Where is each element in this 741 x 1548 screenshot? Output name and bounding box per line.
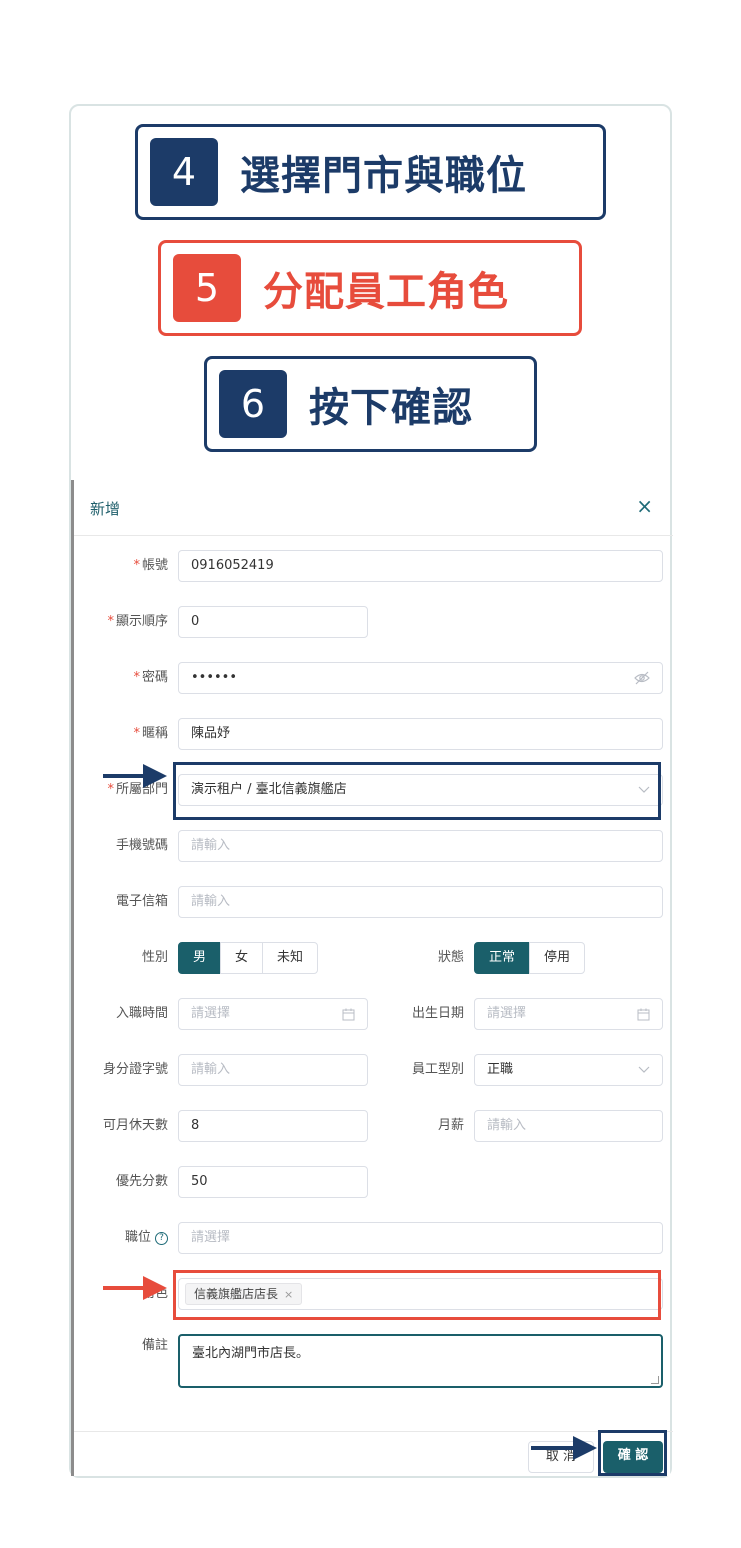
help-icon[interactable]: ? bbox=[155, 1232, 168, 1245]
gender-option-male[interactable]: 男 bbox=[178, 942, 222, 974]
close-icon[interactable]: × bbox=[636, 494, 653, 518]
status-option-disabled[interactable]: 停用 bbox=[529, 942, 586, 974]
step-4-banner: 4 選擇門市與職位 bbox=[135, 124, 606, 220]
arrow-to-role bbox=[103, 1276, 167, 1300]
remark-label: 備註 bbox=[141, 1338, 168, 1353]
birth-date-placeholder: 請選擇 bbox=[487, 1006, 527, 1021]
employee-type-value: 正職 bbox=[487, 1062, 514, 1077]
account-input[interactable]: 0916052419 bbox=[178, 550, 663, 582]
gender-label: 性別 bbox=[141, 950, 168, 965]
chevron-down-icon bbox=[638, 1055, 650, 1085]
email-input[interactable]: 請輸入 bbox=[178, 886, 663, 918]
confirm-highlight bbox=[598, 1430, 667, 1476]
arrow-to-confirm bbox=[531, 1436, 597, 1460]
birth-date-label: 出生日期 bbox=[411, 1006, 464, 1021]
nickname-label: * 暱稱 bbox=[133, 726, 168, 741]
priority-score-input[interactable]: 50 bbox=[178, 1166, 368, 1198]
step-number: 5 bbox=[173, 254, 241, 322]
employee-type-label: 員工型別 bbox=[411, 1062, 464, 1077]
gender-option-female[interactable]: 女 bbox=[220, 942, 264, 974]
eye-off-icon[interactable] bbox=[634, 663, 650, 693]
birth-date-picker[interactable]: 請選擇 bbox=[474, 998, 663, 1030]
dates-row: 入職時間 請選擇 出生日期 請選擇 bbox=[74, 998, 673, 1030]
nickname-input[interactable]: 陳品妤 bbox=[178, 718, 663, 750]
email-row: 電子信箱 請輸入 bbox=[74, 886, 673, 918]
password-value: •••••• bbox=[191, 670, 238, 685]
employee-type-select[interactable]: 正職 bbox=[474, 1054, 663, 1086]
display-order-row: * 顯示順序 0 bbox=[74, 606, 673, 638]
id-number-input[interactable]: 請輸入 bbox=[178, 1054, 368, 1086]
add-employee-dialog: 新增 × * 帳號 0916052419 * 顯示順序 0 * 密碼 •••••• *… bbox=[71, 480, 673, 1476]
status-radio-group: 正常 停用 bbox=[474, 942, 586, 974]
step-6-banner: 6 按下確認 bbox=[204, 356, 537, 452]
role-highlight bbox=[173, 1270, 661, 1320]
nickname-row: * 暱稱 陳品妤 bbox=[74, 718, 673, 750]
remark-value: 臺北內湖門市店長。 bbox=[192, 1346, 310, 1361]
password-label: * 密碼 bbox=[133, 670, 168, 685]
remark-row: 備註 臺北內湖門市店長。 bbox=[74, 1334, 673, 1390]
arrow-to-department bbox=[103, 764, 167, 788]
mobile-label: 手機號碼 bbox=[115, 838, 168, 853]
email-label: 電子信箱 bbox=[115, 894, 168, 909]
hire-date-label: 入職時間 bbox=[115, 1006, 168, 1021]
mobile-input[interactable]: 請輸入 bbox=[178, 830, 663, 862]
department-highlight bbox=[173, 762, 661, 820]
hire-date-placeholder: 請選擇 bbox=[191, 1006, 231, 1021]
status-option-normal[interactable]: 正常 bbox=[474, 942, 531, 974]
gender-option-unknown[interactable]: 未知 bbox=[262, 942, 319, 974]
id-number-label: 身分證字號 bbox=[102, 1062, 168, 1077]
calendar-icon bbox=[342, 999, 355, 1029]
step-text: 按下確認 bbox=[309, 385, 473, 431]
hire-date-picker[interactable]: 請選擇 bbox=[178, 998, 368, 1030]
step-text: 選擇門市與職位 bbox=[240, 153, 527, 199]
account-label: * 帳號 bbox=[133, 558, 168, 573]
remark-textarea[interactable]: 臺北內湖門市店長。 bbox=[178, 1334, 663, 1388]
monthly-off-days-label: 可月休天數 bbox=[102, 1118, 168, 1133]
priority-row: 優先分數 50 bbox=[74, 1166, 673, 1198]
dialog-header: 新增 × bbox=[74, 480, 673, 536]
gender-status-row: 性別 男 女 未知 狀態 正常 停用 bbox=[74, 942, 673, 974]
gender-radio-group: 男 女 未知 bbox=[178, 942, 319, 974]
position-label: 職位? bbox=[74, 1222, 168, 1254]
position-select[interactable]: 請選擇 bbox=[178, 1222, 663, 1254]
account-row: * 帳號 0916052419 bbox=[74, 550, 673, 582]
monthly-salary-input[interactable]: 請輸入 bbox=[474, 1110, 663, 1142]
offdays-salary-row: 可月休天數 8 月薪 請輸入 bbox=[74, 1110, 673, 1142]
monthly-salary-label: 月薪 bbox=[437, 1118, 464, 1133]
display-order-label: * 顯示順序 bbox=[107, 614, 168, 629]
monthly-off-days-input[interactable]: 8 bbox=[178, 1110, 368, 1142]
step-number: 4 bbox=[150, 138, 218, 206]
mobile-row: 手機號碼 請輸入 bbox=[74, 830, 673, 862]
display-order-input[interactable]: 0 bbox=[178, 606, 368, 638]
priority-score-label: 優先分數 bbox=[115, 1174, 168, 1189]
step-text: 分配員工角色 bbox=[263, 269, 509, 315]
password-input[interactable]: •••••• bbox=[178, 662, 663, 694]
dialog-title: 新增 bbox=[90, 500, 121, 518]
status-label: 狀態 bbox=[437, 950, 464, 965]
password-row: * 密碼 •••••• bbox=[74, 662, 673, 694]
position-row: 職位? 請選擇 bbox=[74, 1222, 673, 1254]
calendar-icon bbox=[637, 999, 650, 1029]
resize-handle[interactable] bbox=[651, 1376, 659, 1384]
id-type-row: 身分證字號 請輸入 員工型別 正職 bbox=[74, 1054, 673, 1086]
step-5-banner: 5 分配員工角色 bbox=[158, 240, 582, 336]
step-number: 6 bbox=[219, 370, 287, 438]
